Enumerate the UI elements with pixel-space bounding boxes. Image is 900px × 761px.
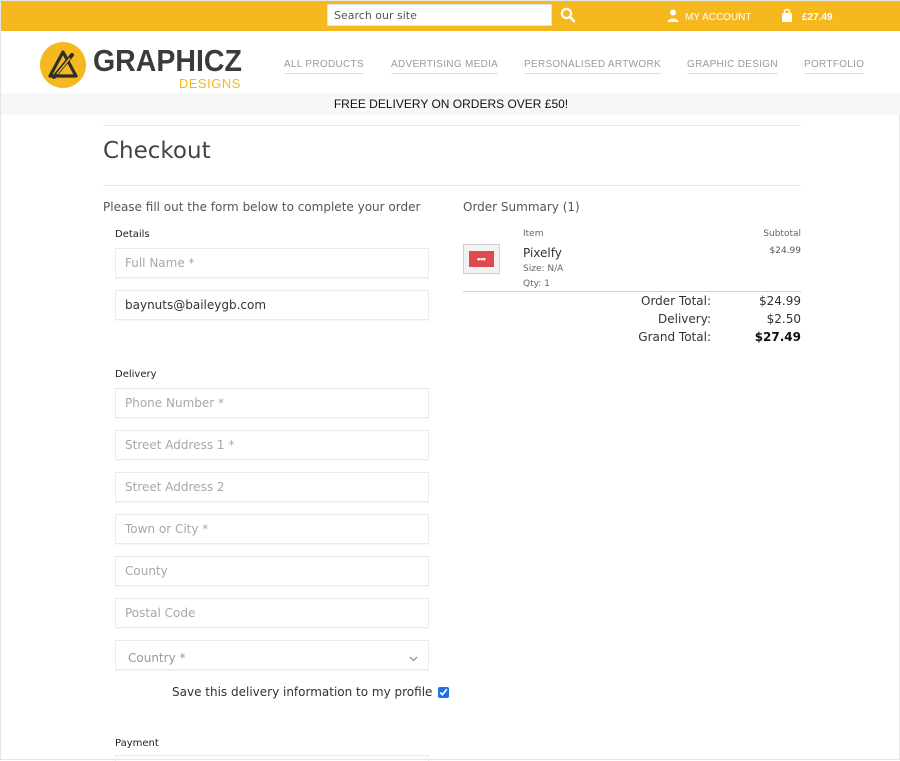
payment-label: Payment	[115, 738, 159, 749]
nav-all-products[interactable]: ALL PRODUCTS	[284, 59, 364, 74]
payment-card-field[interactable]	[115, 755, 429, 761]
search-input[interactable]	[327, 4, 552, 26]
email-field[interactable]	[115, 290, 429, 320]
shopping-bag-icon	[781, 8, 793, 25]
order-total-value: $24.99	[759, 294, 801, 308]
subtotal-column-header: Subtotal	[763, 229, 801, 239]
grand-total-label: Grand Total:	[638, 330, 711, 344]
logo-subtitle: DESIGNS	[178, 75, 241, 91]
phone-number-field[interactable]	[115, 388, 429, 418]
delivery-cost-value: $2.50	[766, 312, 801, 326]
delivery-cost-label: Delivery:	[658, 312, 711, 326]
divider	[103, 185, 801, 186]
postal-code-field[interactable]	[115, 598, 429, 628]
item-column-header: Item	[523, 229, 544, 239]
basket-total: £27.49	[802, 11, 833, 23]
page-title: Checkout	[103, 138, 211, 164]
product-subtotal: $24.99	[769, 246, 802, 256]
product-thumbnail[interactable]: ■■■	[463, 244, 500, 274]
delivery-label: Delivery	[115, 369, 157, 380]
promo-banner: FREE DELIVERY ON ORDERS OVER £50!	[1, 93, 900, 115]
street-address-1-field[interactable]	[115, 430, 429, 460]
product-name: Pixelfy	[523, 246, 562, 260]
save-info-row: Save this delivery information to my pro…	[172, 685, 450, 699]
street-address-2-field[interactable]	[115, 472, 429, 502]
save-info-label: Save this delivery information to my pro…	[172, 685, 433, 699]
product-qty: Qty: 1	[523, 279, 550, 289]
town-or-city-field[interactable]	[115, 514, 429, 544]
order-total-label: Order Total:	[641, 294, 711, 308]
divider	[463, 291, 801, 292]
user-icon	[667, 9, 679, 25]
product-size: Size: N/A	[523, 264, 564, 274]
search-icon[interactable]	[560, 7, 578, 25]
full-name-field[interactable]	[115, 248, 429, 278]
site-header: GRAPHICZ DESIGNS ALL PRODUCTS ADVERTISIN…	[1, 31, 900, 93]
order-summary-title: Order Summary (1)	[463, 200, 580, 214]
logo-wordmark: GRAPHICZ	[93, 42, 242, 78]
form-intro: Please fill out the form below to comple…	[103, 200, 421, 214]
my-account-link[interactable]: MY ACCOUNT	[667, 9, 752, 25]
basket-link[interactable]: £27.49	[781, 8, 833, 25]
nav-graphic-design[interactable]: GRAPHIC DESIGN	[687, 59, 778, 74]
logo-icon	[39, 41, 87, 93]
country-select-value: Country *	[128, 651, 186, 665]
nav-portfolio[interactable]: PORTFOLIO	[804, 59, 865, 74]
grand-total-value: $27.49	[754, 330, 801, 344]
top-bar: MY ACCOUNT £27.49	[1, 1, 900, 31]
my-account-label: MY ACCOUNT	[685, 11, 752, 23]
country-select[interactable]: Country *	[115, 640, 429, 670]
divider	[103, 125, 801, 126]
county-field[interactable]	[115, 556, 429, 586]
nav-advertising-media[interactable]: ADVERTISING MEDIA	[391, 59, 499, 74]
save-info-checkbox[interactable]	[438, 686, 450, 698]
logo[interactable]: GRAPHICZ DESIGNS	[39, 41, 255, 93]
nav-personalised-artwork[interactable]: PERSONALISED ARTWORK	[524, 59, 661, 74]
details-label: Details	[115, 229, 150, 240]
chevron-down-icon	[409, 651, 418, 665]
